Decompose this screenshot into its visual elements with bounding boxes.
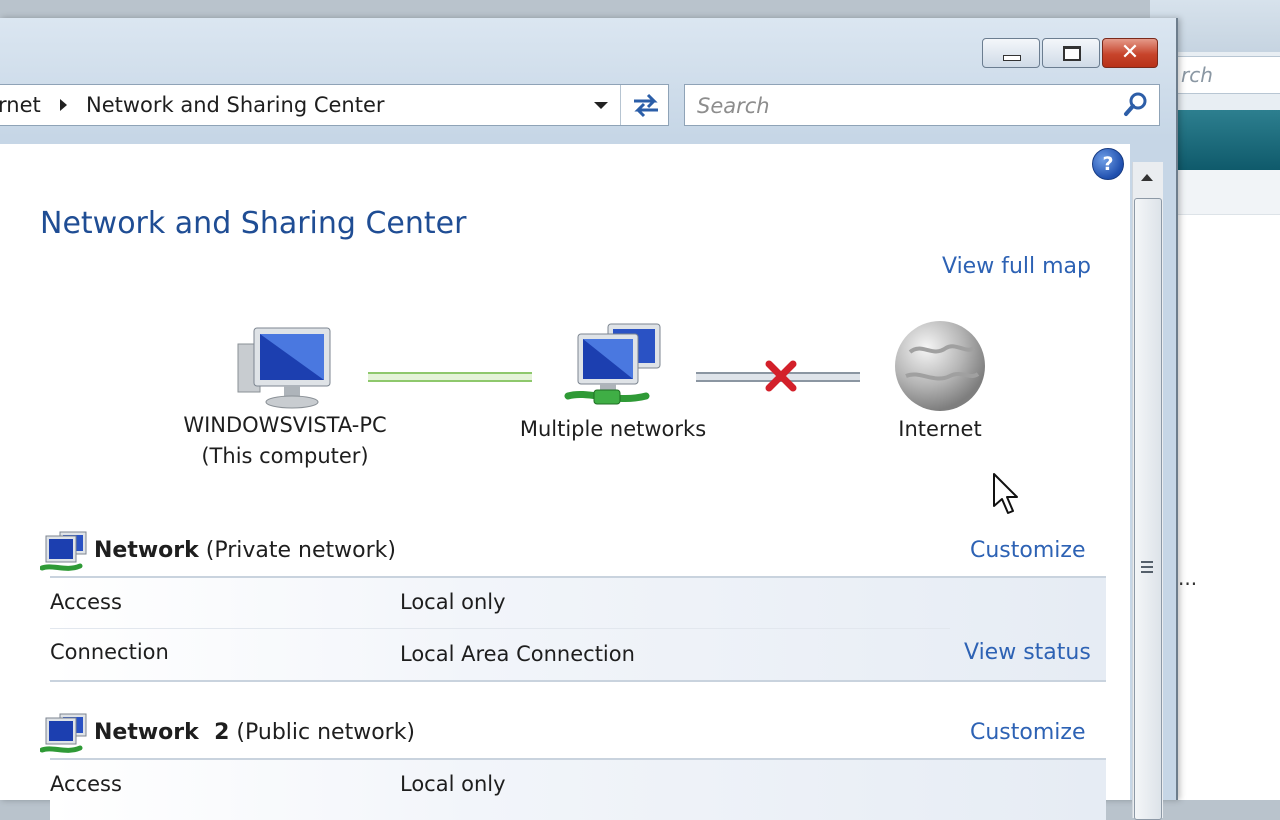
customize-network-1-link[interactable]: Customize bbox=[970, 538, 1085, 563]
multiple-networks-icon[interactable] bbox=[564, 320, 668, 412]
internet-label: Internet bbox=[898, 417, 982, 441]
background-ellipsis: ... bbox=[1178, 566, 1198, 590]
view-status-link[interactable]: View status bbox=[964, 640, 1091, 665]
maximize-icon bbox=[1063, 46, 1081, 61]
address-bar[interactable]: rnet Network and Sharing Center bbox=[0, 84, 669, 126]
network-1-row-separator bbox=[50, 628, 950, 629]
help-icon[interactable]: ? bbox=[1092, 148, 1124, 180]
minimize-icon bbox=[1003, 55, 1021, 61]
computer-name: WINDOWSVISTA-PC bbox=[183, 413, 387, 437]
maximize-button[interactable] bbox=[1042, 38, 1100, 68]
window-caption-buttons: ✕ bbox=[982, 38, 1158, 68]
page-title: Network and Sharing Center bbox=[40, 206, 467, 241]
disconnected-x-icon bbox=[765, 360, 797, 392]
network-1-type: (Private network) bbox=[205, 538, 396, 563]
scrollbar-grip-icon bbox=[1141, 561, 1153, 573]
computer-icon[interactable] bbox=[236, 324, 336, 410]
network-2-title: Network 2 (Public network) bbox=[94, 720, 415, 745]
breadcrumb-previous[interactable]: rnet bbox=[0, 93, 41, 117]
content-pane: ? Network and Sharing Center View full m… bbox=[0, 144, 1130, 820]
view-full-map-link[interactable]: View full map bbox=[942, 254, 1091, 279]
network-1-access-value: Local only bbox=[400, 590, 506, 614]
network-2-name: Network 2 bbox=[94, 720, 230, 745]
background-content-pane bbox=[1170, 170, 1280, 800]
network-1-title: Network (Private network) bbox=[94, 538, 396, 563]
multiple-networks-label: Multiple networks bbox=[519, 417, 707, 441]
network-sharing-window: ✕ rnet Network and Sharing Center ? Netw… bbox=[0, 18, 1178, 820]
minimize-button[interactable] bbox=[982, 38, 1040, 68]
address-dropdown-icon[interactable] bbox=[594, 102, 608, 109]
computer-note: (This computer) bbox=[201, 444, 369, 468]
search-input[interactable] bbox=[695, 91, 1099, 121]
network-2-icon bbox=[40, 713, 87, 753]
close-icon: ✕ bbox=[1120, 40, 1140, 65]
scroll-up-arrow-icon[interactable] bbox=[1141, 174, 1153, 181]
network-2-access-value: Local only bbox=[400, 772, 506, 796]
address-divider bbox=[620, 85, 621, 125]
network-2-access-label: Access bbox=[50, 772, 122, 796]
search-box[interactable] bbox=[684, 84, 1160, 126]
network-1-name: Network bbox=[94, 538, 199, 563]
background-search-text: rch bbox=[1181, 63, 1213, 87]
network-1-connection-label: Connection bbox=[50, 640, 169, 664]
network-1-bottom-divider bbox=[50, 680, 1106, 682]
breadcrumb-separator-icon[interactable] bbox=[60, 99, 67, 111]
close-button[interactable]: ✕ bbox=[1102, 38, 1158, 68]
vertical-scrollbar[interactable] bbox=[1132, 162, 1163, 820]
background-search-box[interactable]: rch bbox=[1174, 56, 1280, 94]
network-icon bbox=[40, 531, 87, 571]
network-1-access-label: Access bbox=[50, 590, 122, 614]
computer-label: WINDOWSVISTA-PC (This computer) bbox=[170, 410, 400, 472]
mouse-cursor-icon bbox=[993, 473, 1018, 514]
background-header-band bbox=[1170, 110, 1280, 170]
internet-globe-icon[interactable] bbox=[892, 318, 988, 414]
refresh-icon[interactable] bbox=[628, 89, 664, 121]
search-icon[interactable] bbox=[1123, 91, 1149, 117]
background-pane-strip bbox=[1171, 170, 1280, 215]
network-1-connection-value[interactable]: Local Area Connection bbox=[400, 642, 635, 666]
breadcrumb-current[interactable]: Network and Sharing Center bbox=[86, 93, 385, 117]
network-2-type: (Public network) bbox=[236, 720, 416, 745]
connection-line-computer-networks bbox=[368, 372, 532, 382]
customize-network-2-link[interactable]: Customize bbox=[970, 720, 1085, 745]
scrollbar-thumb[interactable] bbox=[1134, 198, 1162, 820]
network-2-details-band bbox=[50, 760, 1106, 820]
